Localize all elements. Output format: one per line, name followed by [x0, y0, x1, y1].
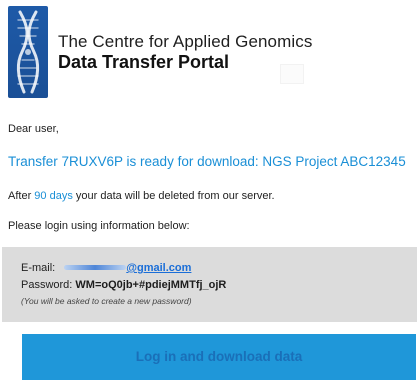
credentials-box: E-mail: @gmail.com Password: WM=oQ0jb+#p… [2, 247, 417, 322]
retention-notice: After 90 days your data will be deleted … [8, 190, 275, 202]
header: The Centre for Applied Genomics Data Tra… [8, 6, 408, 98]
org-name: The Centre for Applied Genomics [58, 32, 313, 51]
password-note: (You will be asked to create a new passw… [21, 296, 192, 306]
password-value: WM=oQ0jb+#pdiejMMTfj_ojR [75, 279, 227, 291]
decorative-box [280, 64, 304, 84]
portal-title: Data Transfer Portal [58, 52, 230, 72]
password-row: Password: WM=oQ0jb+#pdiejMMTfj_ojR [21, 279, 226, 291]
retention-days: 90 days [34, 190, 73, 202]
retention-prefix: After [8, 190, 35, 202]
email-row: E-mail: @gmail.com [21, 262, 191, 274]
greeting: Dear user, [8, 123, 59, 135]
email-label: E-mail: [21, 262, 59, 274]
retention-suffix: your data will be deleted from our serve… [72, 190, 275, 202]
chromosome-icon [8, 6, 48, 98]
password-label: Password: [21, 279, 76, 291]
email-redacted-mask [64, 264, 127, 270]
email-link[interactable]: @gmail.com [126, 262, 191, 274]
transfer-status: Transfer 7RUXV6P is ready for download: … [8, 154, 406, 169]
login-download-button[interactable]: Log in and download data [22, 334, 416, 380]
login-instructions: Please login using information below: [8, 220, 190, 232]
